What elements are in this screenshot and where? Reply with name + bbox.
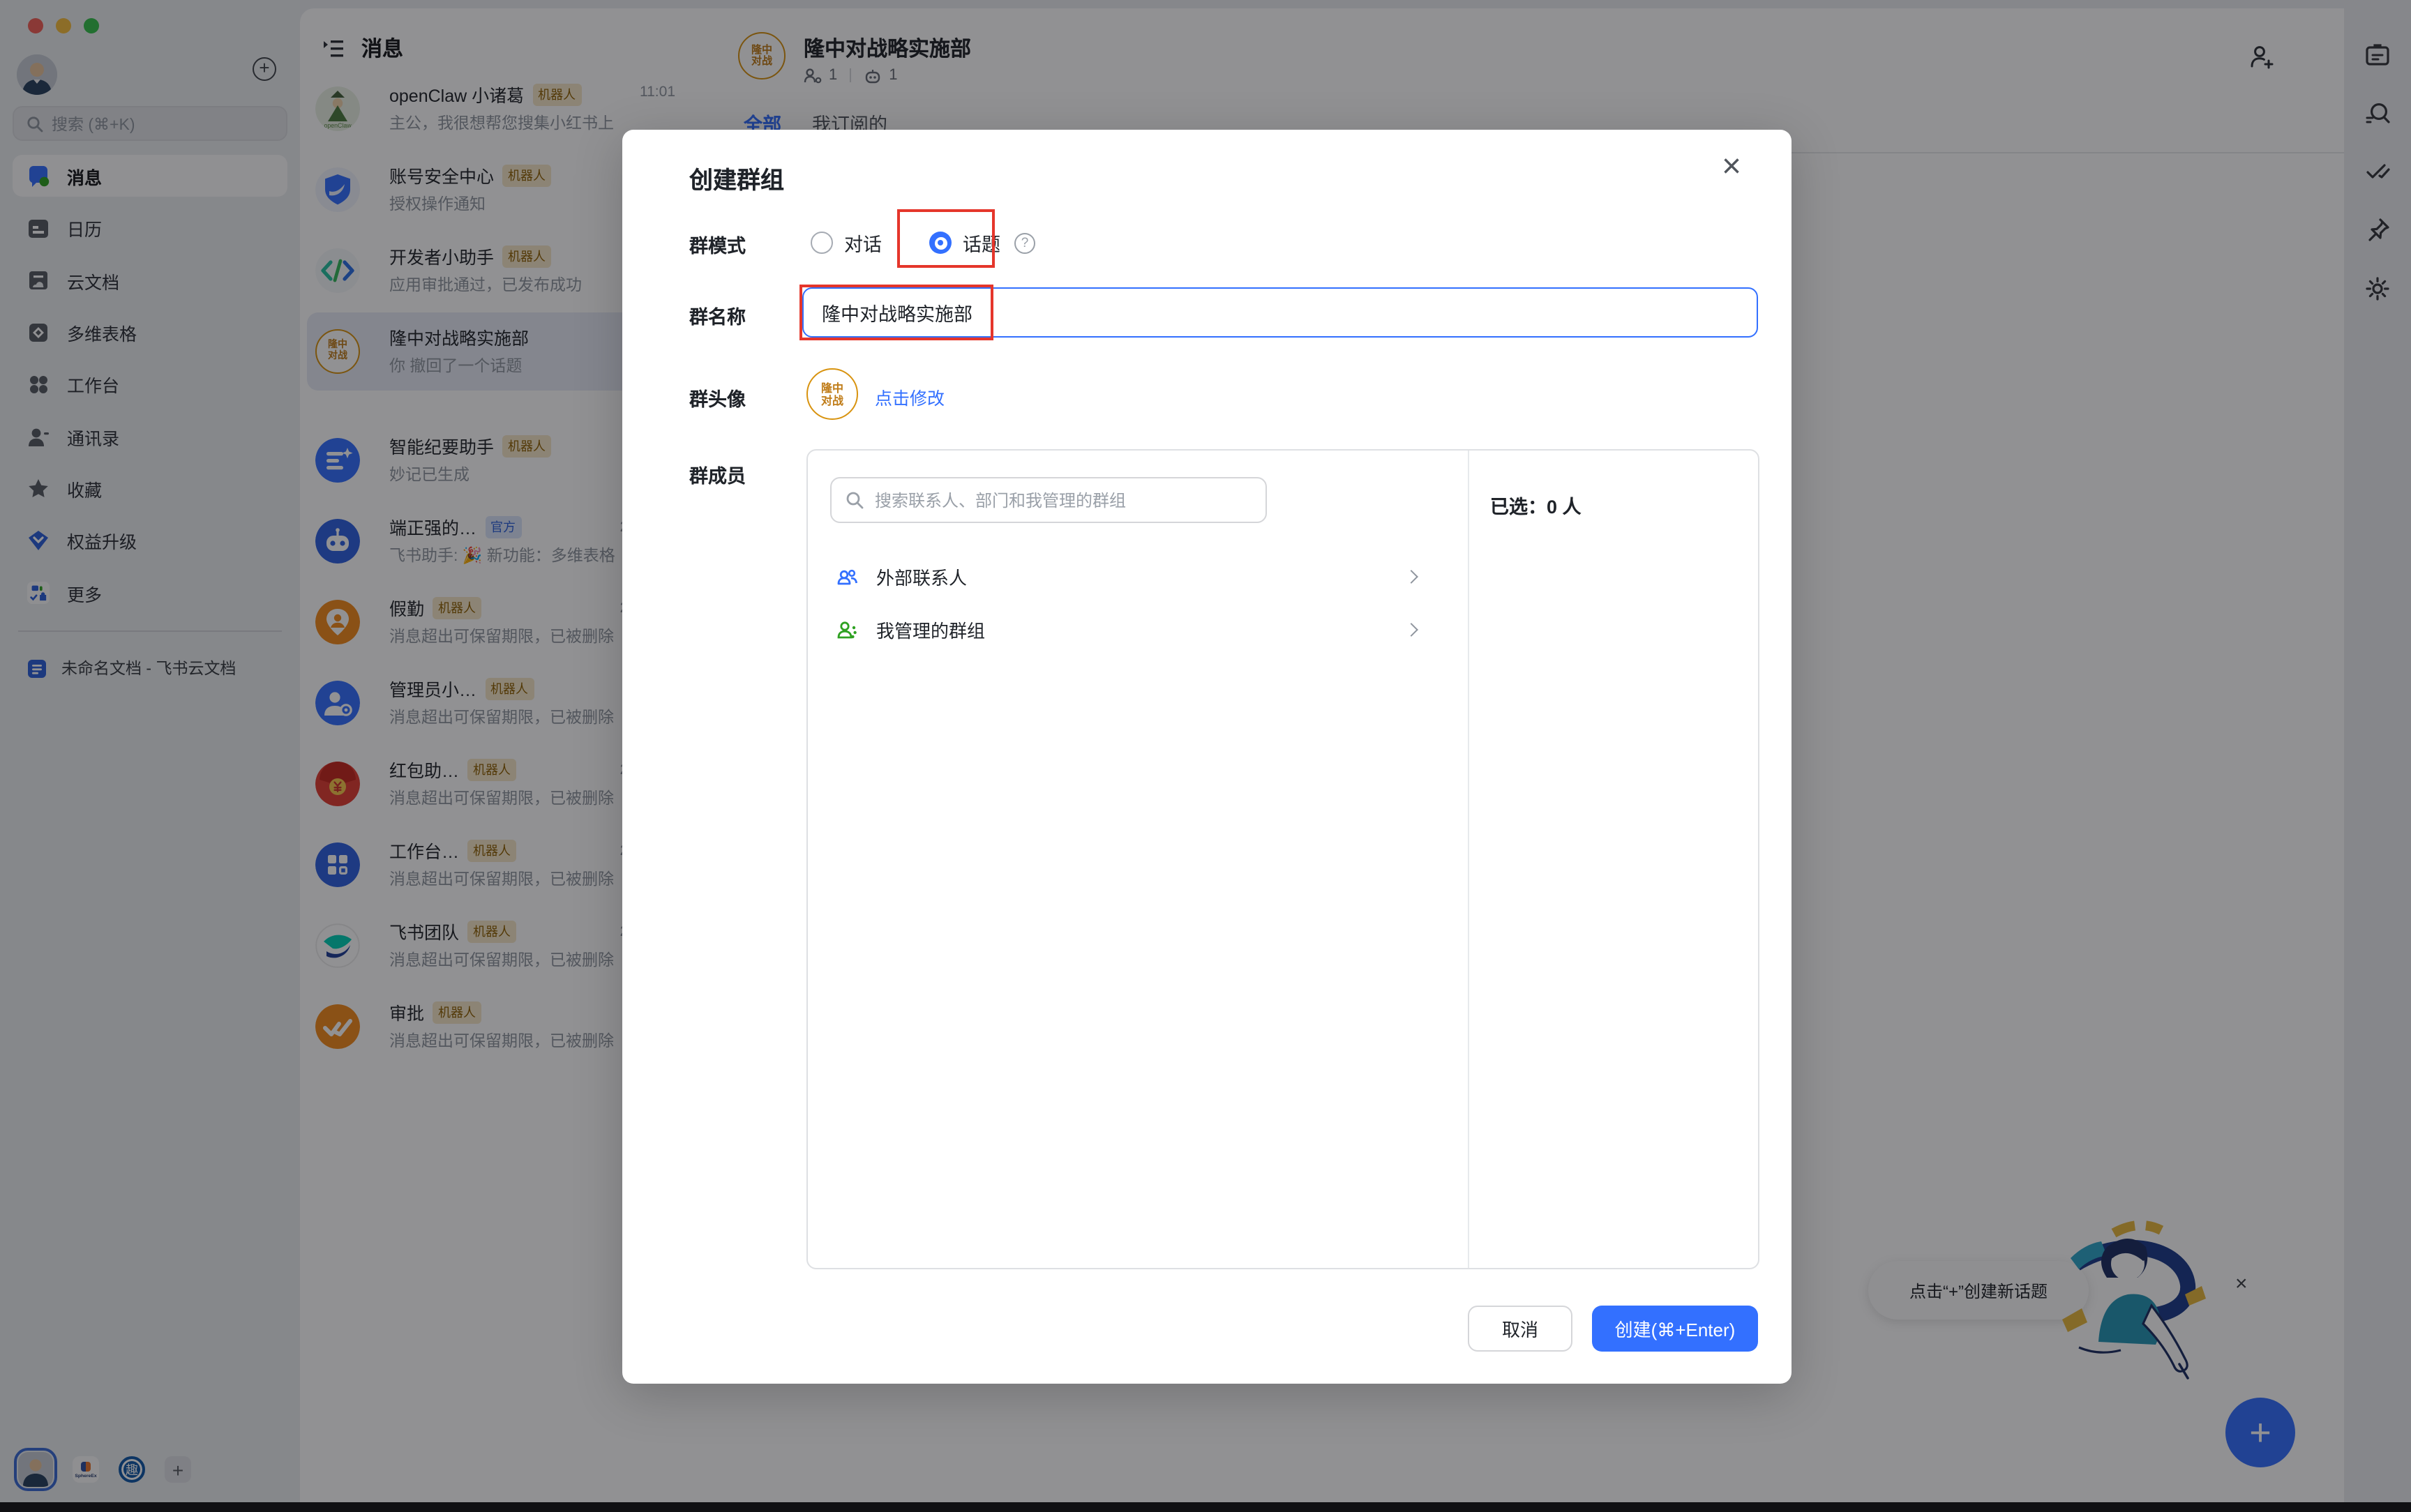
create-group-modal: 创建群组 × 群模式 对话 话题 ? 群名称 隆中对战略实施部 群头像 隆中 对… bbox=[622, 130, 1792, 1384]
radio-dialog[interactable] bbox=[811, 232, 833, 254]
radio-dialog-label[interactable]: 对话 bbox=[844, 229, 882, 257]
annotation-box-group-name bbox=[799, 285, 993, 340]
search-icon bbox=[846, 491, 864, 509]
group-name-label: 群名称 bbox=[689, 301, 746, 329]
cancel-label: 取消 bbox=[1502, 1315, 1538, 1342]
avatar-text: 对战 bbox=[821, 394, 843, 407]
create-button[interactable]: 创建(⌘+Enter) bbox=[1592, 1306, 1758, 1352]
external-contacts-item[interactable]: 外部联系人 bbox=[819, 551, 1447, 601]
external-contacts-label: 外部联系人 bbox=[876, 563, 967, 589]
managed-groups-label: 我管理的群组 bbox=[876, 616, 985, 642]
annotation-box-topic bbox=[897, 209, 995, 268]
member-search-placeholder: 搜索联系人、部门和我管理的群组 bbox=[875, 488, 1126, 512]
member-picker: 搜索联系人、部门和我管理的群组 外部联系人 我管理的群组 已选：0 人 bbox=[806, 449, 1759, 1269]
help-icon[interactable]: ? bbox=[1014, 232, 1035, 253]
modal-title: 创建群组 bbox=[689, 160, 784, 195]
selected-count: 已选：0 人 bbox=[1490, 491, 1582, 519]
cancel-button[interactable]: 取消 bbox=[1468, 1306, 1572, 1352]
avatar-text: 隆中 bbox=[821, 381, 843, 394]
group-mode-label: 群模式 bbox=[689, 230, 746, 258]
app-window: + 搜索 (⌘+K) 消息 日历 云文档 多维表格 工作台 通讯录 bbox=[0, 0, 2411, 1512]
group-avatar-label: 群头像 bbox=[689, 384, 746, 411]
picker-divider bbox=[1468, 451, 1469, 1268]
managed-groups-icon bbox=[836, 617, 859, 641]
managed-groups-item[interactable]: 我管理的群组 bbox=[819, 604, 1447, 654]
modal-close-icon[interactable]: × bbox=[1722, 146, 1741, 188]
chevron-right-icon bbox=[1404, 569, 1418, 583]
group-avatar-preview[interactable]: 隆中 对战 bbox=[806, 368, 858, 420]
member-search-input[interactable]: 搜索联系人、部门和我管理的群组 bbox=[830, 477, 1267, 523]
change-avatar-link[interactable]: 点击修改 bbox=[875, 384, 945, 410]
external-contacts-icon bbox=[836, 564, 859, 588]
group-members-label: 群成员 bbox=[689, 460, 746, 488]
create-label: 创建(⌘+Enter) bbox=[1615, 1315, 1736, 1342]
chevron-right-icon bbox=[1404, 622, 1418, 636]
